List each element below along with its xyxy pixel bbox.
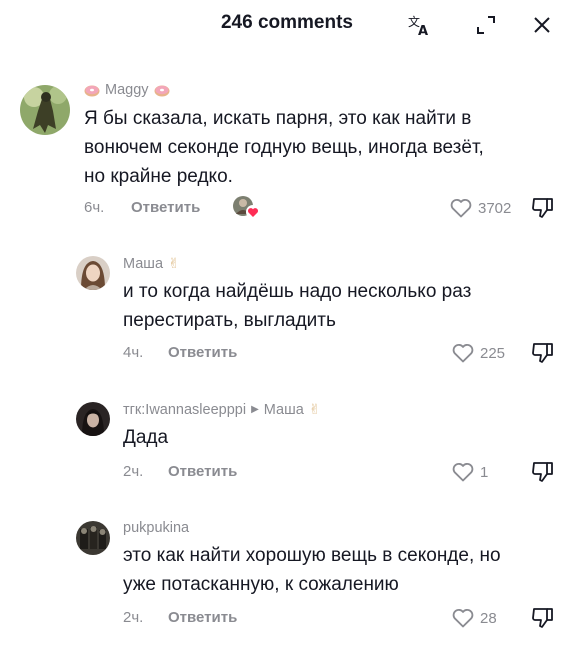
comment-text-line: Я бы сказала, искать парня, это как найт…	[84, 108, 472, 129]
dislike-button[interactable]	[530, 195, 556, 221]
heart-icon	[452, 463, 474, 482]
like-button[interactable]: 3702	[449, 197, 511, 219]
comment-time: 6ч.	[84, 199, 105, 216]
comment-text: это как найти хорошую вещь в секонде, но…	[123, 541, 501, 599]
reply-arrow-icon: ▶	[251, 404, 259, 415]
username-text: тгк:Iwannasleepppi	[123, 401, 247, 418]
reply-to-username[interactable]: Маша	[264, 402, 304, 418]
username-text: Maggy	[105, 82, 149, 98]
username-text: pukpukina	[123, 520, 190, 536]
reply-button[interactable]: Ответить	[131, 199, 200, 216]
victory-hand-icon: ✌	[168, 255, 180, 271]
comment-text-line: вонючем секонде годную вещь, иногда везё…	[84, 137, 484, 158]
avatar[interactable]	[76, 521, 110, 555]
comment-username[interactable]: тгк:Iwannasleepppi ▶ Маша ✌	[123, 401, 321, 418]
comment-text-line: но крайне редко.	[84, 166, 233, 187]
heart-icon	[452, 344, 474, 363]
like-count: 28	[480, 609, 497, 627]
comment-text-line: перестирать, выгладить	[123, 310, 336, 331]
comment-text-line: и то когда найдёшь надо несколько раз	[123, 281, 472, 302]
comment-username[interactable]: Maggy	[84, 82, 170, 98]
dislike-button[interactable]	[530, 459, 556, 485]
reply-button[interactable]: Ответить	[168, 344, 237, 361]
liked-by-creator-badge	[232, 194, 260, 220]
comment-text-line: Дада	[123, 427, 169, 448]
dislike-button[interactable]	[530, 605, 556, 631]
avatar[interactable]	[20, 85, 70, 135]
like-button[interactable]: 1	[451, 461, 488, 483]
svg-text:A: A	[418, 24, 428, 38]
comment-text-line: это как найти хорошую вещь в секонде, но	[123, 545, 501, 566]
comment-username[interactable]: Маша ✌	[123, 255, 180, 272]
avatar[interactable]	[76, 402, 110, 436]
comment-text-line: уже потасканную, к сожалению	[123, 574, 399, 595]
comments-header: 246 comments 文 A	[0, 0, 574, 50]
thumbs-down-icon	[532, 198, 553, 218]
dislike-button[interactable]	[530, 340, 556, 366]
comment-time: 2ч.	[123, 609, 144, 626]
reply-button[interactable]: Ответить	[168, 609, 237, 626]
reply-button[interactable]: Ответить	[168, 463, 237, 480]
heart-icon	[452, 609, 474, 628]
translate-icon[interactable]: 文 A	[405, 10, 435, 40]
like-count: 1	[480, 463, 489, 481]
thumbs-down-icon	[532, 343, 553, 363]
heart-icon	[450, 199, 472, 218]
close-icon[interactable]	[527, 10, 557, 40]
comment-text: Дада	[123, 423, 168, 452]
like-count: 225	[480, 344, 506, 362]
like-button[interactable]: 28	[451, 607, 497, 629]
like-count: 3702	[478, 199, 512, 217]
comment-time: 4ч.	[123, 344, 144, 361]
thumbs-down-icon	[532, 462, 553, 482]
donut-icon	[84, 85, 100, 97]
like-button[interactable]: 225	[451, 342, 505, 364]
comment-username[interactable]: pukpukina	[123, 520, 189, 536]
username-text: Маша	[123, 255, 164, 272]
victory-hand-icon: ✌	[308, 401, 321, 417]
comment-text: Я бы сказала, искать парня, это как найт…	[84, 104, 484, 191]
expand-icon[interactable]	[471, 10, 501, 40]
thumbs-down-icon	[532, 608, 553, 628]
comment-time: 2ч.	[123, 463, 144, 480]
avatar[interactable]	[76, 256, 110, 290]
donut-icon	[154, 85, 170, 97]
comment-text: и то когда найдёшь надо несколько раз пе…	[123, 277, 471, 335]
